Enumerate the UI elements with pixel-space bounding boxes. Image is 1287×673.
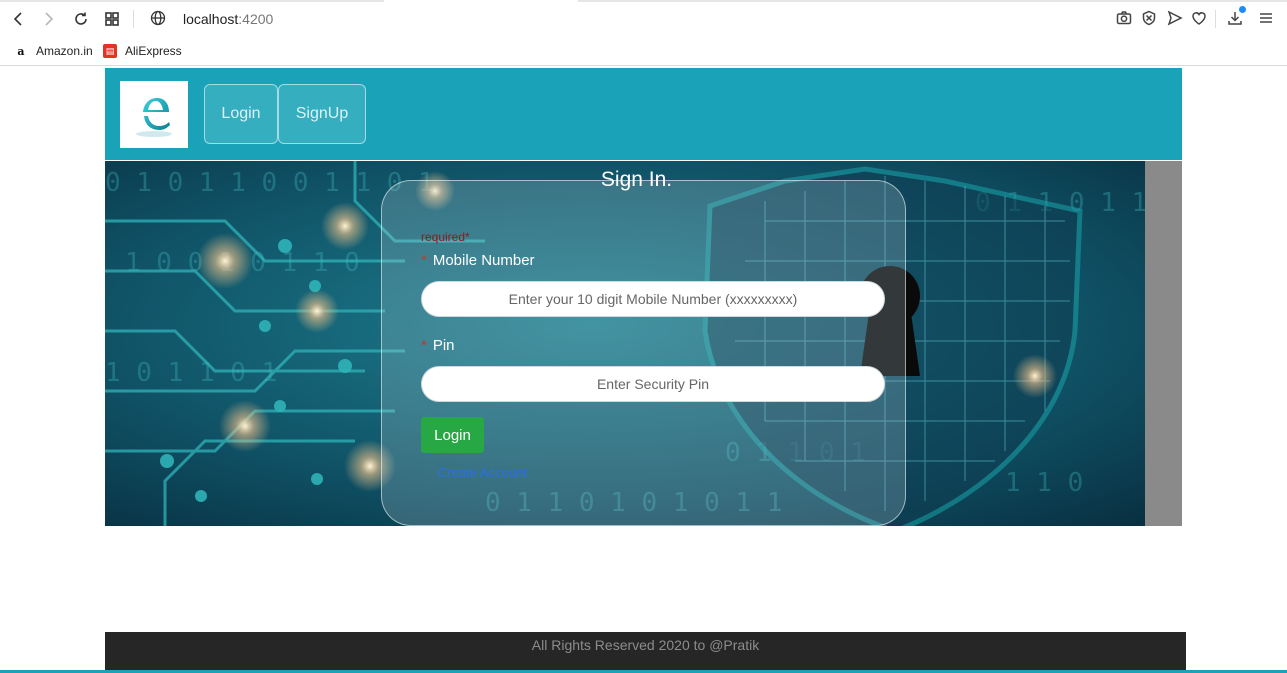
back-icon[interactable] [9,10,27,28]
bookmark-label: Amazon.in [36,44,93,58]
bookmark-label: AliExpress [125,44,182,58]
nav-login-label: Login [221,105,261,122]
site-logo[interactable] [120,81,188,148]
required-star: * [421,252,427,269]
tab-strip [0,0,384,2]
login-button-label: Login [434,426,471,444]
logo-e-icon [136,97,172,137]
menu-icon[interactable] [1258,10,1276,28]
login-button[interactable]: Login [421,417,484,453]
nav-signup-label: SignUp [295,105,349,122]
tab-strip [578,0,1287,2]
nav-login-button[interactable]: Login [204,84,278,144]
camera-icon[interactable] [1116,10,1134,28]
nav-signup-button[interactable]: SignUp [278,84,366,144]
forward-icon[interactable] [40,10,58,28]
separator [1215,10,1216,28]
signin-title: Sign In. [0,168,1287,192]
browser-toolbar: localhost:4200 [0,0,1287,40]
site-header: Login SignUp [105,68,1182,160]
amazon-icon: a [17,44,25,58]
pin-label: * Pin [421,337,455,354]
bookmarks-bar: a Amazon.in ▤ AliExpress [0,40,1287,66]
mobile-label-text: Mobile Number [432,252,535,269]
pin-input[interactable] [421,366,885,402]
bookmark-aliexpress[interactable]: ▤ AliExpress [103,44,182,58]
separator [133,10,134,28]
hero-edge [1145,161,1182,526]
svg-text:1 1 0: 1 1 0 [1005,468,1083,498]
block-icon[interactable] [1141,10,1159,28]
pin-label-text: Pin [432,337,455,354]
required-note: required* [421,230,470,244]
site-footer: All Rights Reserved 2020 to @Pratik [105,632,1186,673]
bookmark-amazon[interactable]: a Amazon.in [14,44,93,58]
mobile-label: * Mobile Number [421,252,535,269]
address-bar[interactable]: localhost:4200 [183,11,273,27]
tab-grid-icon[interactable] [103,10,121,28]
send-icon[interactable] [1167,10,1185,28]
globe-icon [150,10,168,28]
footer-copyright: All Rights Reserved 2020 to @Pratik [531,637,760,653]
signin-title-text: Sign In. [600,168,673,191]
heart-icon[interactable] [1191,10,1209,28]
aliexpress-icon: ▤ [103,44,117,58]
url-host: localhost [183,11,239,27]
url-port: :4200 [238,11,274,27]
download-badge [1239,6,1246,13]
required-star: * [421,337,427,354]
mobile-number-input[interactable] [421,281,885,317]
reload-icon[interactable] [72,10,90,28]
svg-text:1 0 1 1 0 1: 1 0 1 1 0 1 [105,358,277,388]
create-account-link[interactable]: Create Account [438,465,527,480]
